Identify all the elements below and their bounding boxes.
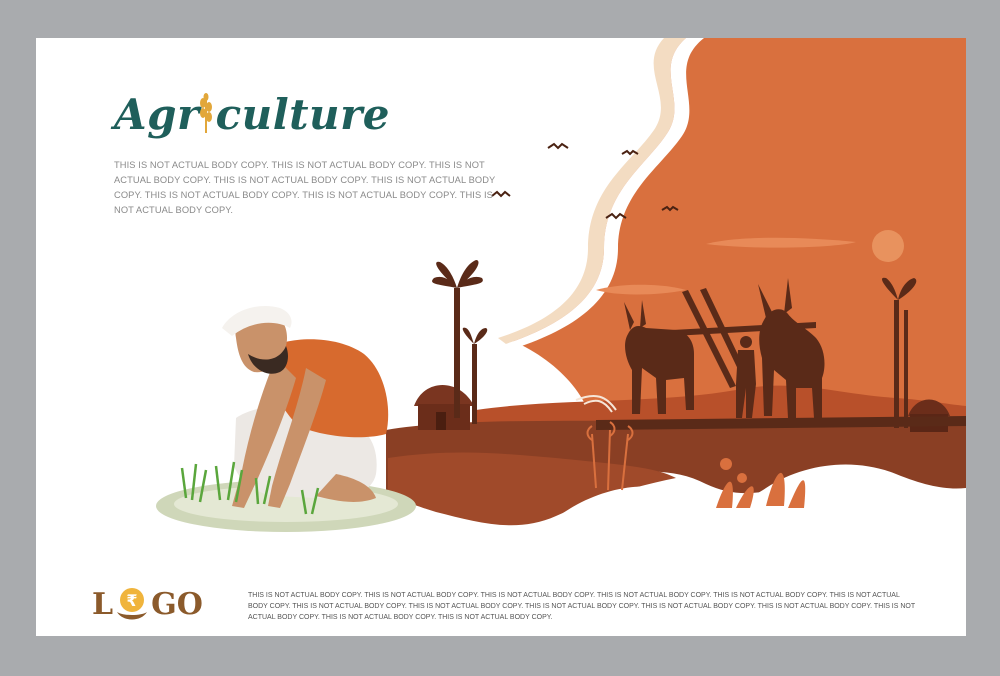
bird-2 bbox=[621, 149, 639, 156]
logo: L ₹ GO bbox=[92, 584, 203, 624]
logo-letters-go: GO bbox=[151, 586, 203, 622]
farmer-kneeling bbox=[222, 306, 389, 508]
sun bbox=[872, 230, 904, 262]
title-part-1: Agr bbox=[114, 90, 200, 139]
body-copy-bottom: THIS IS NOT ACTUAL BODY COPY. THIS IS NO… bbox=[248, 592, 916, 621]
logo-letter-l: L bbox=[92, 586, 114, 622]
agriculture-title: Agr culture bbox=[114, 90, 390, 139]
hut-left bbox=[414, 385, 474, 430]
title-part-2: culture bbox=[215, 90, 390, 139]
poster-canvas: Agr culture THIS IS NOT ACTUAL BODY COPY.… bbox=[36, 38, 966, 636]
bird-1 bbox=[547, 142, 569, 150]
currency-symbol: ₹ bbox=[127, 591, 138, 610]
rupee-coin-icon: ₹ bbox=[113, 584, 151, 624]
body-copy-top: THIS IS NOT ACTUAL BODY COPY. THIS IS NO… bbox=[114, 160, 496, 215]
